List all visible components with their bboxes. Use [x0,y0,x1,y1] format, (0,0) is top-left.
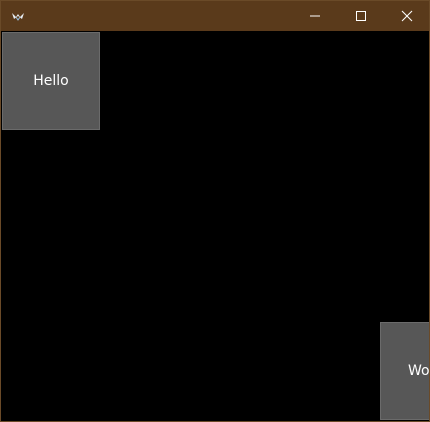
maximize-icon [355,7,367,26]
minimize-icon [309,7,321,26]
app-content: Hello Wo [1,31,429,421]
minimize-button[interactable] [292,1,338,31]
world-button-label: Wo [408,363,429,379]
hello-button-label: Hello [33,73,69,89]
title-bar[interactable] [1,1,429,31]
world-button[interactable]: Wo [380,322,429,420]
close-icon [401,7,413,26]
kivy-logo-icon [10,8,26,24]
maximize-button[interactable] [338,1,384,31]
app-window: Hello Wo [0,0,430,422]
hello-button[interactable]: Hello [2,32,100,130]
close-button[interactable] [384,1,429,31]
